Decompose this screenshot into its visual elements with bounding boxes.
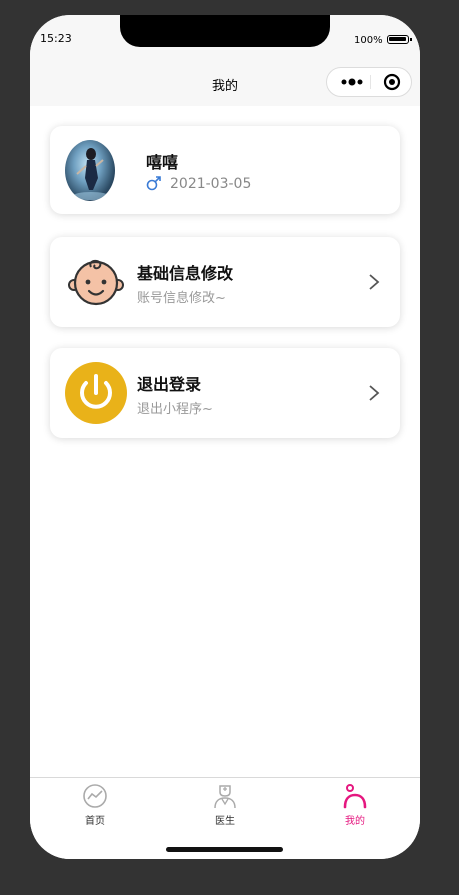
- target-circle-icon[interactable]: [375, 68, 409, 96]
- main-content: 嘻嘻 2021-03-05 基础信息修改 账号信息修改~ 退出登录 退出小程序~: [30, 106, 420, 777]
- edit-info-title: 基础信息修改: [137, 264, 234, 283]
- tab-bar: 首页 医生 我的: [30, 777, 420, 859]
- logout-title: 退出登录: [137, 375, 202, 394]
- doctor-icon: [212, 783, 238, 809]
- battery-percent: 100%: [354, 35, 383, 46]
- profile-card[interactable]: 嘻嘻 2021-03-05: [50, 126, 400, 214]
- battery-icon: [387, 35, 412, 44]
- mini-program-capsule: [326, 67, 412, 97]
- nav-bar: 我的: [30, 65, 420, 106]
- chevron-right-icon: [368, 384, 380, 406]
- logout-card[interactable]: 退出登录 退出小程序~: [50, 348, 400, 438]
- chevron-right-icon: [368, 273, 380, 295]
- trend-circle-icon: [82, 783, 108, 809]
- tab-doctor[interactable]: 医生: [185, 783, 265, 831]
- tab-home-label: 首页: [85, 816, 105, 827]
- phone-screen: 15:23 100% 我的 嘻嘻 2021-03-05 基础信息修改 账号信息修…: [30, 15, 420, 859]
- home-indicator: [166, 847, 283, 852]
- person-icon: [342, 783, 368, 809]
- capsule-divider: [370, 75, 371, 89]
- edit-info-card[interactable]: 基础信息修改 账号信息修改~: [50, 237, 400, 327]
- tab-mine[interactable]: 我的: [315, 783, 395, 831]
- tab-doctor-label: 医生: [215, 816, 235, 827]
- status-time: 15:23: [40, 32, 72, 45]
- tab-home[interactable]: 首页: [55, 783, 135, 831]
- logout-subtitle: 退出小程序~: [137, 402, 213, 417]
- power-icon: [65, 362, 127, 424]
- profile-name: 嘻嘻: [146, 153, 179, 172]
- notch: [120, 15, 330, 47]
- birthday-text: 2021-03-05: [170, 176, 252, 192]
- tab-mine-label: 我的: [345, 816, 365, 827]
- edit-info-subtitle: 账号信息修改~: [137, 291, 226, 306]
- baby-face-icon: [65, 251, 127, 313]
- avatar: [65, 140, 115, 201]
- more-dots-icon[interactable]: [335, 68, 369, 96]
- male-icon: [146, 175, 162, 195]
